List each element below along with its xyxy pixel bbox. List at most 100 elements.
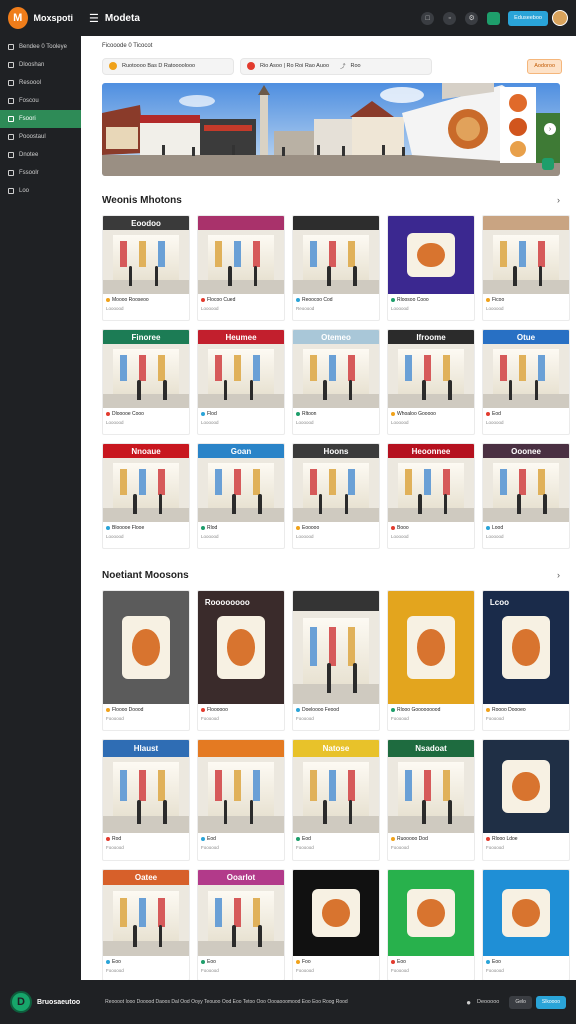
store-card[interactable]: Flocoo Cued Loooood xyxy=(197,215,285,321)
store-card[interactable]: Otue Eod Loooood xyxy=(482,329,570,435)
card-subtitle: Foooood xyxy=(296,716,314,721)
category-icon xyxy=(486,837,490,841)
store-card[interactable]: Reoocoo Cod Reooood xyxy=(292,215,380,321)
sidebar-item[interactable]: Bendee 0 Tooleye xyxy=(0,38,81,56)
card-subtitle: Foooood xyxy=(201,845,219,850)
store-card[interactable]: Eoodoo Moooo Rooseoo Loooood xyxy=(102,215,190,321)
card-subtitle: Loooood xyxy=(201,420,219,425)
category-icon xyxy=(391,412,395,416)
location-filter[interactable]: Ruotoooo Bas D Ratoooolooo xyxy=(102,57,234,75)
sidebar-item[interactable]: Resoool xyxy=(0,74,81,92)
banner-next-icon[interactable]: › xyxy=(544,123,556,135)
category-icon xyxy=(106,298,110,302)
sidebar-item[interactable]: Fssoolr xyxy=(0,164,81,182)
account-button[interactable]: Eduseeboo xyxy=(508,10,548,26)
card-title-row: Eod xyxy=(198,833,284,842)
store-card[interactable]: Finoree Dlooooe Cooo Loooood xyxy=(102,329,190,435)
sidebar-item[interactable]: Foscou xyxy=(0,92,81,110)
category-icon xyxy=(201,412,205,416)
chevron-right-icon[interactable]: › xyxy=(557,570,560,580)
logo[interactable]: M Moxspoti xyxy=(0,0,81,36)
card-image: Otemeo xyxy=(293,330,379,408)
card-title-row: Ficoo xyxy=(483,294,569,303)
card-sign-text: Hoons xyxy=(323,446,349,456)
footer-button[interactable]: Gelo xyxy=(509,995,532,1009)
action-button[interactable]: Aodoroo xyxy=(527,58,562,74)
store-card[interactable]: Eoo Foooood xyxy=(387,869,475,980)
store-card[interactable]: Roooooooo Floooooo Foooood xyxy=(197,590,285,731)
card-subtitle: Foooood xyxy=(486,716,504,721)
card-title-row: Eoo xyxy=(103,956,189,965)
store-card[interactable]: Floooo Doood Foooood xyxy=(102,590,190,731)
breadcrumb[interactable]: Ficooode 0 Ticocot xyxy=(102,43,562,51)
store-card[interactable]: Oatee Eoo Foooood xyxy=(102,869,190,980)
card-title: Booo xyxy=(397,525,409,531)
sidebar-item[interactable]: Dlooshan xyxy=(0,56,81,74)
store-card[interactable]: Eoo Foooood xyxy=(482,869,570,980)
footer-primary-button[interactable]: Slkoooo xyxy=(535,995,566,1009)
store-card[interactable]: Hoons Eooooo Loooood xyxy=(292,443,380,549)
chevron-right-icon[interactable]: › xyxy=(557,195,560,205)
hero-banner[interactable]: › xyxy=(102,83,560,176)
store-card[interactable]: Lcoo Roooo Doooeo Foooood xyxy=(482,590,570,731)
store-card[interactable]: Ooonee Lood Loooood xyxy=(482,443,570,549)
avatar[interactable] xyxy=(552,10,568,26)
store-card[interactable]: Natose Eod Foooood xyxy=(292,739,380,861)
card-subtitle: Loooood xyxy=(486,306,504,311)
category-filter[interactable]: Rio Asoo | Ro Roi Rao Auoo ⤴ Roo xyxy=(240,57,432,75)
card-title-row: Floooo Doood xyxy=(103,704,189,713)
category-icon xyxy=(486,526,490,530)
card-title: Rlooo Gooooooood xyxy=(397,707,441,713)
help-icon[interactable]: ● xyxy=(466,998,471,1007)
store-card[interactable]: Otemeo Rltoon Loooood xyxy=(292,329,380,435)
store-card[interactable]: Ficoo Loooood xyxy=(482,215,570,321)
category-icon xyxy=(106,837,110,841)
store-card[interactable]: Eod Foooood xyxy=(197,739,285,861)
calendar-icon[interactable]: □ xyxy=(421,11,435,25)
footer-link[interactable]: Deooooo xyxy=(477,999,499,1005)
card-subtitle: Loooood xyxy=(106,534,124,539)
food-grid: Floooo Doood Foooood Roooooooo Floooooo Fooo… xyxy=(102,590,570,980)
store-card[interactable]: Rlooo Ldoe Foooood xyxy=(482,739,570,861)
notification-icon[interactable] xyxy=(487,11,501,25)
sidebar-item[interactable]: Fsoori xyxy=(0,110,81,128)
category-icon xyxy=(296,708,300,712)
store-card[interactable]: Ooarlot Eoo Foooood xyxy=(197,869,285,980)
card-title: Foo xyxy=(302,959,311,965)
card-subtitle: Loooood xyxy=(391,306,409,311)
message-icon[interactable]: ▫ xyxy=(443,11,457,25)
store-card[interactable]: Nsadoat Ruooooo Dod Foooood xyxy=(387,739,475,861)
section-header-1: Weonis Mhotons › xyxy=(102,194,562,206)
share-icon[interactable]: ⤴ xyxy=(340,62,346,70)
sidebar-item[interactable]: Loo xyxy=(0,182,81,200)
banner-badge-icon[interactable] xyxy=(542,158,554,170)
store-card[interactable]: Rlooo Gooooooood Foooood xyxy=(387,590,475,731)
category-icon xyxy=(391,960,395,964)
card-sign-text: Ooonee xyxy=(511,446,541,456)
store-card[interactable]: Hlaust Rod Foooood xyxy=(102,739,190,861)
sidebar-item-label: Pooostaul xyxy=(19,134,46,140)
app-name: Moxspoti xyxy=(33,13,74,23)
card-image: Otue xyxy=(483,330,569,408)
store-card[interactable]: Nnoaue Blooooe Flooe Loooood xyxy=(102,443,190,549)
card-title-row: Flocoo Cued xyxy=(198,294,284,303)
category-filter-tail: Roo xyxy=(350,63,361,69)
store-card[interactable]: Doeloooo Feood Foooood xyxy=(292,590,380,731)
sidebar-item[interactable]: Dnotee xyxy=(0,146,81,164)
store-card[interactable]: Foo Foooood xyxy=(292,869,380,980)
category-icon xyxy=(201,526,205,530)
card-title: Rlod xyxy=(207,525,218,531)
store-card[interactable]: Goan Rlod Loooood xyxy=(197,443,285,549)
menu-icon[interactable]: ☰ xyxy=(89,12,99,25)
card-subtitle: Loooood xyxy=(296,534,314,539)
nav-icon xyxy=(8,152,14,158)
store-card[interactable]: Heumee Flod Loooood xyxy=(197,329,285,435)
category-icon xyxy=(391,708,395,712)
sidebar-item[interactable]: Pooostaul xyxy=(0,128,81,146)
store-card[interactable]: Rloosoo Cooo Loooood xyxy=(387,215,475,321)
store-card[interactable]: Ifroome Whoaloo Gooooo Loooood xyxy=(387,329,475,435)
card-subtitle: Loooood xyxy=(486,420,504,425)
settings-icon[interactable]: ⚙ xyxy=(465,11,479,25)
store-card[interactable]: Heoonnee Booo Loooood xyxy=(387,443,475,549)
footer-logo-icon: D xyxy=(10,991,32,1013)
